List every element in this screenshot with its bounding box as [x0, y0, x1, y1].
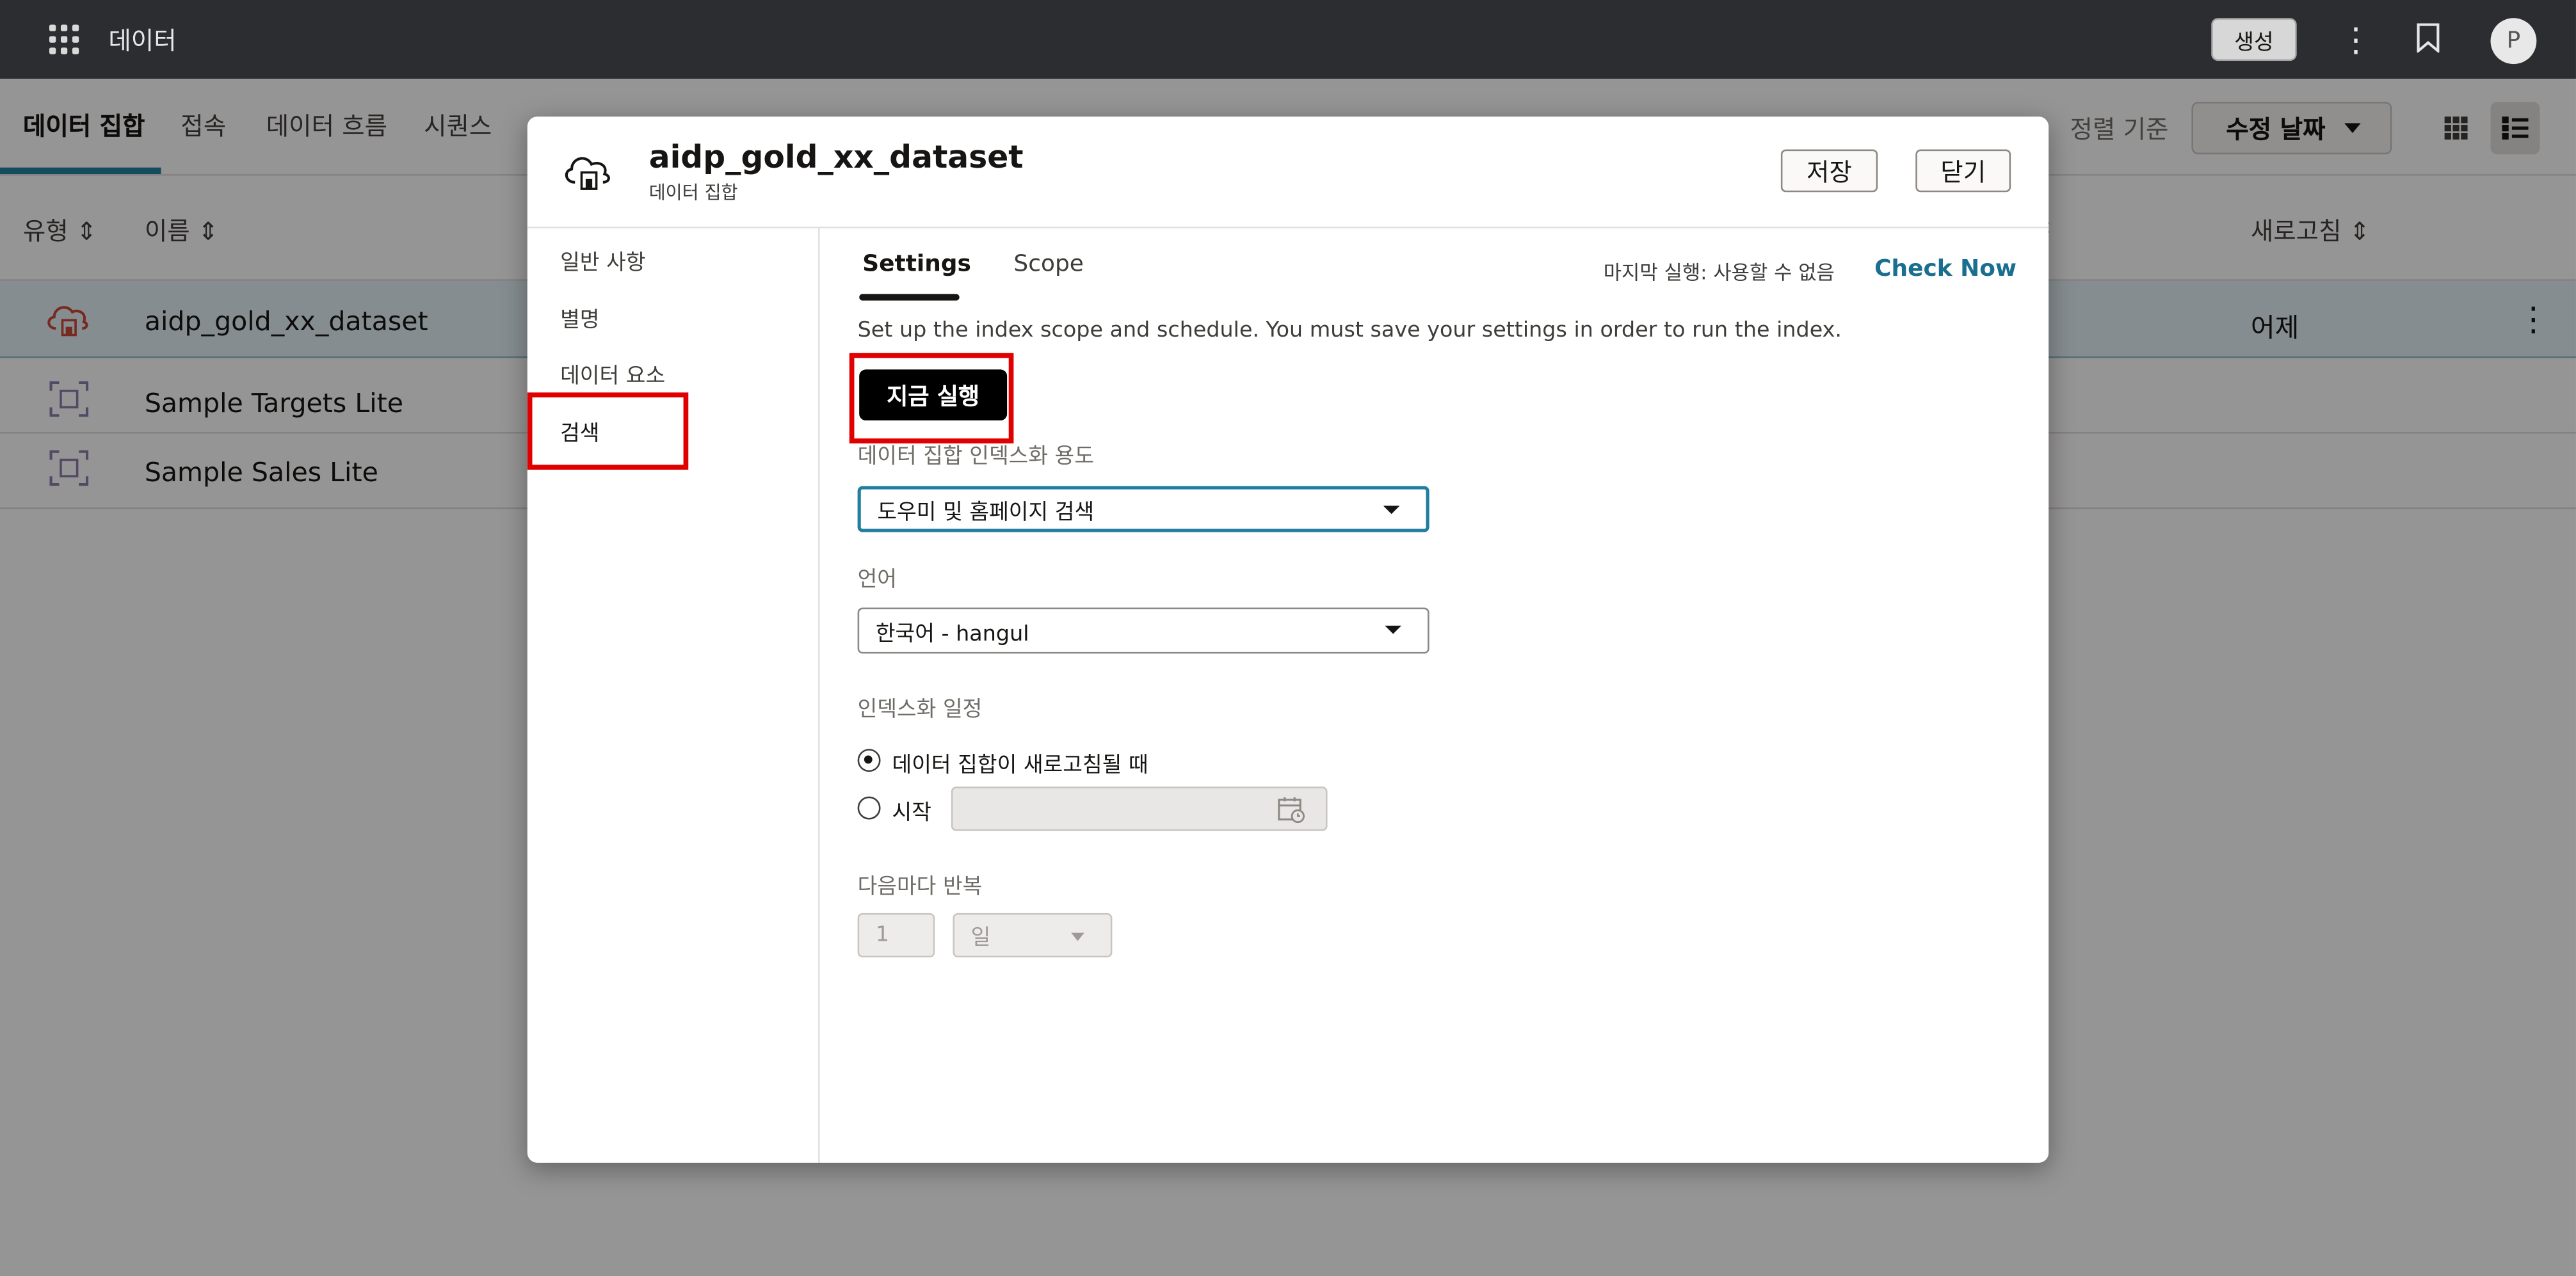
active-tab-indicator: [859, 294, 960, 301]
schedule-start-label: 시작: [892, 801, 931, 826]
language-select[interactable]: 한국어 - hangul: [857, 607, 1429, 654]
usage-select[interactable]: 도우미 및 홈페이지 검색: [857, 486, 1429, 532]
schedule-on-refresh-radio[interactable]: [857, 749, 881, 772]
schedule-label: 인덱스화 일정: [857, 698, 983, 723]
app-title: 데이터: [108, 26, 177, 56]
sidebar-item-general[interactable]: 일반 사항: [560, 244, 645, 276]
top-bar: [0, 0, 2576, 79]
repeat-label: 다음마다 반복: [857, 875, 983, 900]
app-launcher-icon[interactable]: [49, 24, 79, 54]
dataset-dialog: aidp_gold_xx_dataset 데이터 집합 저장 닫기 일반 사항 …: [527, 116, 2049, 1163]
divider: [818, 228, 820, 1163]
last-run-status: 마지막 실행: 사용할 수 없음: [1603, 261, 1835, 284]
create-button[interactable]: 생성: [2211, 18, 2297, 61]
save-button[interactable]: 저장: [1780, 149, 1878, 193]
usage-value: 도우미 및 홈페이지 검색: [877, 500, 1095, 525]
sidebar-item-data-elements[interactable]: 데이터 요소: [560, 358, 665, 389]
schedule-on-refresh-label: 데이터 집합이 새로고침될 때: [892, 753, 1148, 779]
close-button[interactable]: 닫기: [1915, 149, 2011, 193]
highlight-box: [527, 392, 689, 470]
usage-label: 데이터 집합 인덱스화 용도: [857, 445, 1095, 470]
start-date-input[interactable]: [951, 786, 1328, 831]
chevron-down-icon: [1071, 932, 1084, 941]
tab-settings[interactable]: Settings: [862, 251, 971, 278]
description-text: Set up the index scope and schedule. You…: [857, 318, 1842, 344]
user-avatar[interactable]: P: [2490, 18, 2537, 65]
language-value: 한국어 - hangul: [875, 621, 1029, 646]
highlight-box: [849, 353, 1014, 443]
repeat-interval-input[interactable]: 1: [857, 913, 935, 958]
divider: [527, 227, 2049, 228]
cloud-dataset-icon: [565, 157, 610, 190]
more-options-icon[interactable]: ⋮: [2339, 20, 2372, 60]
tab-scope[interactable]: Scope: [1013, 251, 1083, 278]
check-now-link[interactable]: Check Now: [1874, 256, 2017, 282]
schedule-start-radio[interactable]: [857, 796, 881, 820]
language-label: 언어: [857, 568, 897, 593]
repeat-unit-select[interactable]: 일: [953, 913, 1113, 958]
chevron-down-icon: [1383, 506, 1400, 514]
repeat-unit-value: 일: [970, 926, 991, 951]
chevron-down-icon: [1385, 625, 1402, 634]
dialog-title: aidp_gold_xx_dataset: [648, 140, 1024, 176]
calendar-icon[interactable]: [1276, 795, 1306, 824]
bookmark-icon[interactable]: [2417, 23, 2440, 53]
dialog-subtitle: 데이터 집합: [648, 182, 738, 204]
sidebar-item-alias[interactable]: 별명: [560, 302, 599, 333]
